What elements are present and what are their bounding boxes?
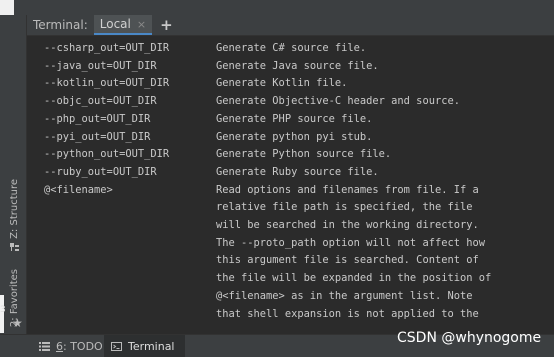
terminal-icon [111,342,122,351]
list-icon [39,342,50,351]
terminal-title: Terminal: [33,18,88,32]
description-text: Generate python pyi stub. [216,130,373,143]
terminal-header: Terminal: Local × + [27,15,554,36]
description-text: will be searched in the working director… [216,219,479,231]
option-text: --pyi_out=OUT_DIR [44,130,151,143]
description-text: Generate Ruby source file. [216,165,379,178]
description-text: Read options and filenames from file. If… [216,183,479,196]
partial-text: 3 [0,305,6,315]
watermark: CSDN @whynogome [397,330,542,346]
todo-number: 6 [56,340,63,353]
option-text: --java_out=OUT_DIR [44,59,157,72]
terminal-tool-button[interactable]: Terminal [104,335,185,357]
window-edge [0,0,14,15]
option-text: --python_out=OUT_DIR [44,148,170,161]
add-tab-button[interactable]: + [152,15,181,35]
description-text: Generate Java source file. [216,59,379,72]
terminal-tool-label: Terminal [128,340,175,353]
structure-icon [9,242,19,251]
close-icon[interactable]: × [137,18,146,31]
description-text: Generate PHP source file. [216,112,373,125]
todo-label: : TODO [63,340,103,353]
description-text: The --proto_path option will not affect … [216,236,485,249]
option-text: --ruby_out=OUT_DIR [44,165,157,178]
tab-local[interactable]: Local × [93,15,153,35]
option-text: @<filename> [44,183,113,196]
option-text: --kotlin_out=OUT_DIR [44,77,170,90]
tab-local-label: Local [99,17,131,31]
option-text: --php_out=OUT_DIR [44,112,151,125]
description-text: that shell expansion is not applied to t… [216,307,479,320]
structure-label: Z: Structure [8,179,20,239]
window-top-strip [0,0,554,15]
description-text: Generate Kotlin file. [216,77,348,90]
todo-tool-button[interactable]: 6 : TODO [33,335,111,357]
description-text: Generate Python source file. [216,148,392,161]
description-text: Generate C# source file. [216,42,367,54]
description-text: relative file path is specified, the fil… [216,201,473,214]
description-text: @<filename> as in the argument list. Not… [216,289,473,302]
terminal-output[interactable]: --csharp_out=OUT_DIR Generate C# source … [27,36,554,334]
description-text: Generate Objective-C header and source. [216,95,460,108]
star-icon[interactable]: ★ [12,316,23,330]
option-text: --objc_out=OUT_DIR [44,95,157,108]
left-tool-stripe: Z: Structure 2: Favorites 3 [0,15,27,334]
option-text: --csharp_out=OUT_DIR [44,42,170,54]
structure-tool-button[interactable]: Z: Structure [5,179,23,252]
description-text: this argument file is searched. Content … [216,254,479,267]
description-text: the file will be expanded in the positio… [216,272,492,285]
